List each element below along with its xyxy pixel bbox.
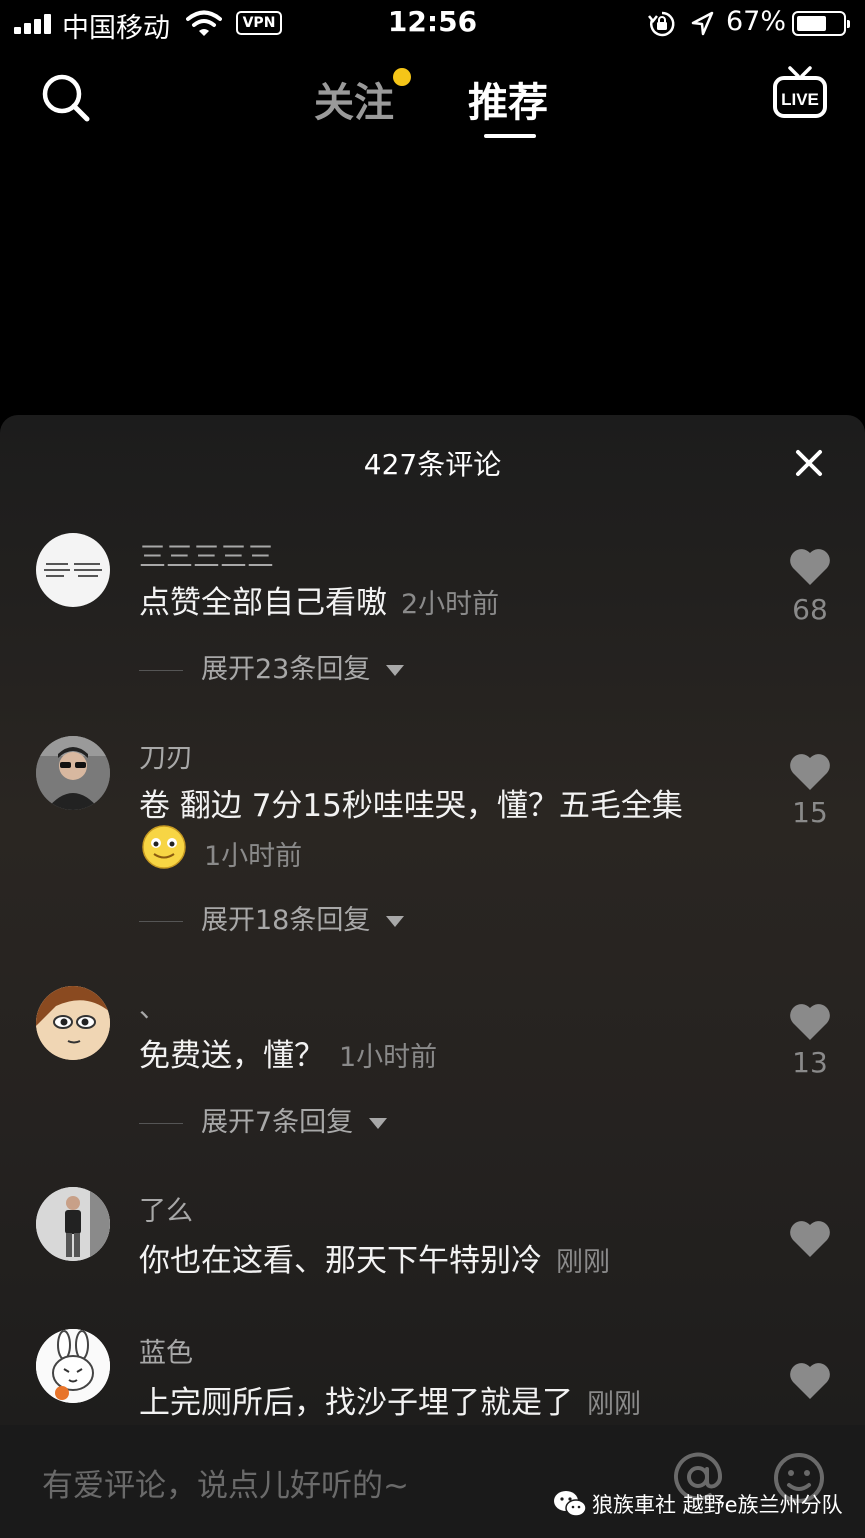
live-tv-icon[interactable]: LIVE xyxy=(772,64,828,122)
location-arrow-icon xyxy=(691,11,714,36)
comment-username[interactable]: 了么 xyxy=(139,1189,193,1228)
search-icon[interactable] xyxy=(40,72,92,124)
comment-text: 你也在这看、那天下午特别冷 刚刚 xyxy=(139,1235,610,1280)
notification-dot xyxy=(393,68,411,86)
like-count: 13 xyxy=(792,1046,828,1079)
close-icon[interactable] xyxy=(793,447,825,479)
comment-item: 了么 你也在这看、那天下午特别冷 刚刚 xyxy=(0,1183,865,1313)
heart-icon[interactable] xyxy=(788,1219,832,1259)
watermark-text: 狼族車社 越野e族兰州分队 xyxy=(592,1493,843,1517)
comment-time: 刚刚 xyxy=(556,1247,610,1278)
comment-username[interactable]: 、 xyxy=(139,986,166,1025)
heart-icon[interactable] xyxy=(788,1361,832,1401)
watermark: 狼族車社 越野e族兰州分队 xyxy=(552,1487,852,1523)
comment-time: 刚刚 xyxy=(587,1389,641,1420)
comment-body: 上完厕所后，找沙子埋了就是了 xyxy=(139,1385,573,1421)
chevron-down-icon xyxy=(369,1118,388,1129)
smile-emoji-icon xyxy=(142,825,186,869)
expand-replies-label: 展开23条回复 xyxy=(201,654,371,685)
comment-text: 卷 翻边 7分15秒哇哇哭，懂？五毛全集 xyxy=(139,788,683,824)
expand-replies-button[interactable]: 展开7条回复 xyxy=(139,1100,388,1138)
expand-replies-label: 展开18条回复 xyxy=(201,905,371,936)
heart-icon[interactable] xyxy=(788,752,832,792)
comment-item: 三三三三三 点赞全部自己看嗷 2小时前 68 展开23条回复 xyxy=(0,525,865,715)
comment-text: 点赞全部自己看嗷 2小时前 xyxy=(139,577,499,622)
comment-username[interactable]: 蓝色 xyxy=(139,1331,193,1370)
comment-text: 免费送，懂？ 1小时前 xyxy=(139,1030,437,1075)
comment-username[interactable]: 三三三三三 xyxy=(139,535,274,574)
battery-icon xyxy=(792,11,850,36)
comment-item: 刀刃 卷 翻边 7分15秒哇哇哭，懂？五毛全集 1小时前 15 展开18条回复 xyxy=(0,730,865,960)
expand-replies-button[interactable]: 展开18条回复 xyxy=(139,898,405,936)
comments-count-title: 427条评论 xyxy=(363,448,502,481)
comment-body: 点赞全部自己看嗷 xyxy=(139,585,387,621)
status-bar: 中国移动 VPN 12:56 67% xyxy=(0,0,865,48)
avatar[interactable] xyxy=(36,986,110,1060)
expand-replies-label: 展开7条回复 xyxy=(201,1107,354,1138)
heart-icon[interactable] xyxy=(788,1002,832,1042)
rotation-lock-icon xyxy=(648,11,675,37)
heart-icon[interactable] xyxy=(788,547,832,587)
comment-input-bar[interactable]: 有爱评论，说点儿好听的~ 狼族車社 越野e族兰州分队 xyxy=(0,1425,865,1538)
avatar[interactable] xyxy=(36,1329,110,1403)
comment-time: 2小时前 xyxy=(401,589,500,620)
avatar[interactable] xyxy=(36,1187,110,1261)
chevron-down-icon xyxy=(386,916,405,927)
comment-time: 1小时前 xyxy=(204,841,303,872)
wechat-icon xyxy=(554,1491,587,1517)
active-tab-indicator xyxy=(484,134,536,138)
expand-replies-button[interactable]: 展开23条回复 xyxy=(139,647,405,685)
chevron-down-icon xyxy=(386,665,405,676)
comment-body: 免费送，懂？ xyxy=(139,1038,325,1074)
comment-item: 、 免费送，懂？ 1小时前 13 展开7条回复 xyxy=(0,980,865,1170)
avatar[interactable] xyxy=(36,736,110,810)
comment-input-placeholder[interactable]: 有爱评论，说点儿好听的~ xyxy=(42,1460,409,1505)
comment-item: 蓝色 上完厕所后，找沙子埋了就是了 刚刚 xyxy=(0,1325,865,1425)
avatar[interactable] xyxy=(36,533,110,607)
tab-recommended[interactable]: 推荐 xyxy=(468,70,548,128)
comment-time: 1小时前 xyxy=(339,1042,438,1073)
comment-text: 上完厕所后，找沙子埋了就是了 刚刚 xyxy=(139,1377,641,1422)
comment-body: 你也在这看、那天下午特别冷 xyxy=(139,1243,542,1279)
like-count: 15 xyxy=(792,796,828,829)
live-label: LIVE xyxy=(781,90,819,109)
comment-username[interactable]: 刀刃 xyxy=(139,736,193,775)
battery-percent: 67% xyxy=(726,6,787,37)
comments-sheet: 427条评论 三三三三三 点赞全部自己看嗷 2小时前 68 展开23条回复 刀刃… xyxy=(0,415,865,1425)
like-count: 68 xyxy=(792,593,828,626)
tab-following[interactable]: 关注 xyxy=(314,70,394,128)
